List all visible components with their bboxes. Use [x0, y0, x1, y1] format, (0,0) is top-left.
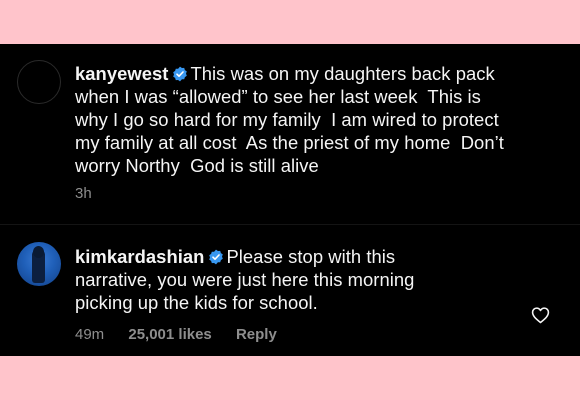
- comment-meta: 49m 25,001 likes Reply: [75, 326, 297, 343]
- comments-panel: kanyewest This was on my daughters back p…: [0, 44, 580, 356]
- comment-kimkardashian: kimkardashian Please stop with this narra…: [0, 225, 580, 356]
- verified-badge-icon: [173, 66, 188, 82]
- username[interactable]: kimkardashian: [75, 246, 204, 267]
- timestamp[interactable]: 49m: [75, 326, 104, 343]
- verified-badge-icon: [209, 249, 224, 265]
- comment-text: kimkardashian Please stop with this narra…: [75, 245, 485, 314]
- comment-line: Please stop with this: [226, 246, 396, 267]
- comment-first-line: kimkardashian Please stop with this: [75, 245, 485, 268]
- comment-line: why I go so hard for my family I am wire…: [75, 109, 499, 130]
- likes-count[interactable]: 25,001 likes: [128, 326, 211, 343]
- comment-line: worry Northy God is still alive: [75, 155, 319, 176]
- avatar-head: [33, 246, 44, 258]
- comment-meta: 3h: [75, 185, 112, 202]
- avatar[interactable]: [17, 242, 61, 286]
- comment-line: narrative, you were just here this morni…: [75, 269, 415, 290]
- heart-outline-icon[interactable]: [531, 306, 550, 324]
- comment-line: picking up the kids for school.: [75, 292, 318, 313]
- comment-line: This was on my daughters back pack: [190, 63, 495, 84]
- reply-button[interactable]: Reply: [236, 326, 277, 343]
- timestamp[interactable]: 3h: [75, 185, 92, 202]
- avatar[interactable]: [17, 60, 61, 104]
- comment-line: my family at all cost As the priest of m…: [75, 132, 504, 153]
- comment-text: kanyewest This was on my daughters back p…: [75, 62, 555, 177]
- comment-kanyewest: kanyewest This was on my daughters back p…: [0, 44, 580, 224]
- comment-line: when I was “allowed” to see her last wee…: [75, 86, 481, 107]
- comment-first-line: kanyewest This was on my daughters back p…: [75, 62, 555, 85]
- username[interactable]: kanyewest: [75, 63, 168, 84]
